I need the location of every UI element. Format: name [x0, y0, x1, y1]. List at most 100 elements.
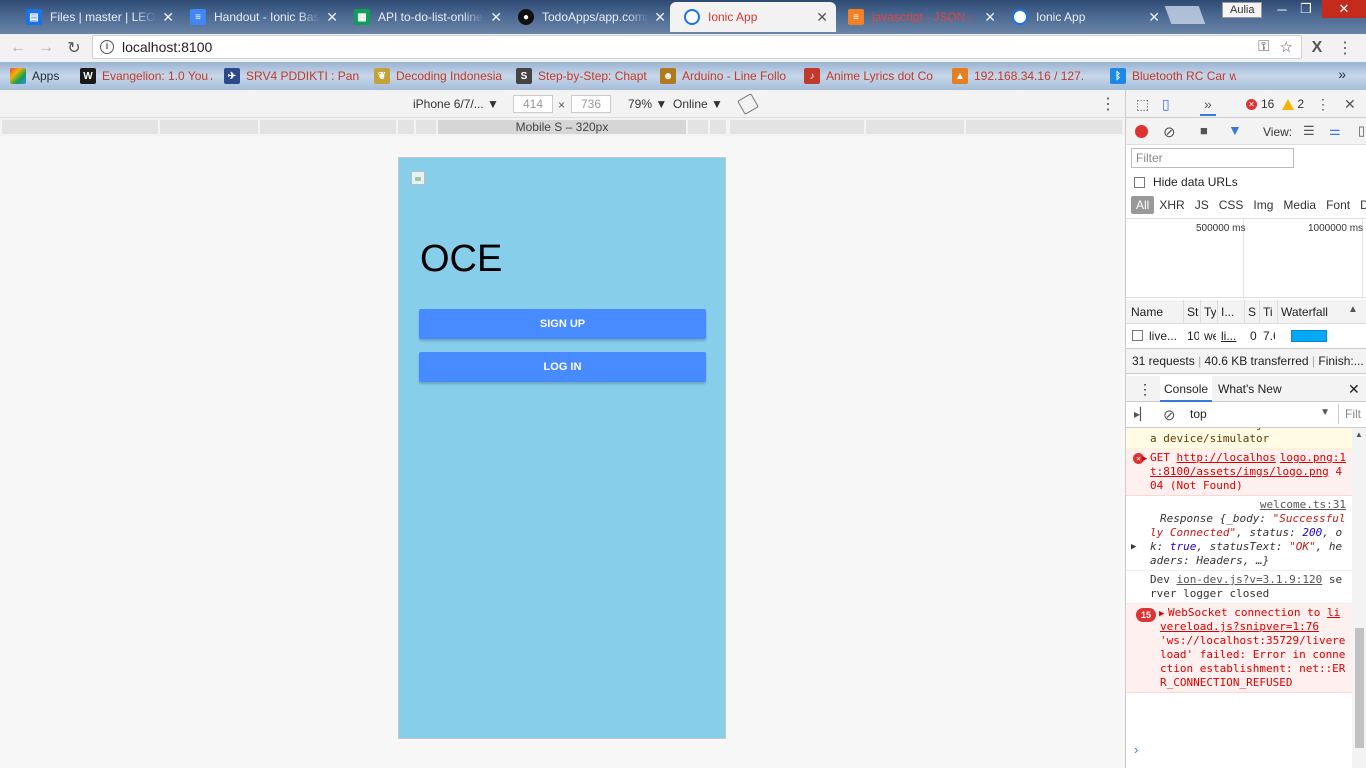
- request-row[interactable]: live... 10 we li... 0 7.6: [1126, 324, 1366, 348]
- expand-triangle-icon[interactable]: ▶: [1159, 607, 1164, 621]
- close-tab-icon[interactable]: ✕: [326, 9, 338, 26]
- screenshot-icon[interactable]: ■: [1200, 123, 1208, 138]
- width-input[interactable]: 414: [513, 95, 553, 113]
- record-icon[interactable]: [1135, 125, 1148, 138]
- type-css[interactable]: CSS: [1214, 196, 1249, 214]
- col-name[interactable]: Name: [1131, 305, 1181, 319]
- star-icon[interactable]: ☆: [1280, 38, 1293, 56]
- tab-ionic-app[interactable]: Ionic App ✕: [998, 2, 1168, 32]
- forward-arrow-icon[interactable]: →: [32, 34, 60, 62]
- type-font[interactable]: Font: [1321, 196, 1355, 214]
- more-panels-icon[interactable]: »: [1200, 94, 1216, 116]
- expand-triangle-icon[interactable]: ▶: [1142, 452, 1147, 466]
- mq-segment[interactable]: [730, 120, 864, 134]
- network-select[interactable]: Online ▼: [673, 97, 723, 111]
- reload-icon[interactable]: ↻: [60, 34, 88, 62]
- device-toggle-icon[interactable]: ▯: [1162, 96, 1170, 113]
- scroll-up-icon[interactable]: ▲: [1355, 430, 1363, 439]
- tab-todoapps[interactable]: ● TodoApps/app.comp ✕: [504, 2, 674, 32]
- bookmark-apps[interactable]: Apps: [10, 68, 68, 84]
- zoom-select[interactable]: 79% ▼: [628, 97, 667, 111]
- key-icon[interactable]: ⚿: [1258, 38, 1269, 56]
- inspect-element-icon[interactable]: ⬚: [1136, 96, 1149, 113]
- bookmark-arduino[interactable]: ☻ Arduino - Line Follo: [660, 68, 792, 84]
- source-link[interactable]: welcome.ts:31: [1260, 498, 1346, 511]
- bookmark-evangelion[interactable]: W Evangelion: 1.0 You A: [80, 68, 212, 84]
- tab-console[interactable]: Console: [1160, 376, 1213, 402]
- bookmark-phpmyadmin[interactable]: ▲ 192.168.34.16 / 127.: [952, 68, 1098, 84]
- minimize-icon[interactable]: ─: [1270, 0, 1294, 18]
- close-tab-icon[interactable]: ✕: [162, 9, 174, 26]
- user-profile-button[interactable]: Aulia: [1222, 2, 1263, 18]
- waterfall-view-icon[interactable]: ⚌: [1329, 123, 1341, 139]
- console-filter-input[interactable]: Filt: [1338, 404, 1366, 424]
- console-prompt[interactable]: ›: [1134, 742, 1138, 757]
- close-tab-icon[interactable]: ✕: [490, 9, 502, 26]
- back-arrow-icon[interactable]: ←: [4, 34, 32, 62]
- close-drawer-icon[interactable]: ✕: [1344, 376, 1364, 402]
- login-button[interactable]: LOG IN: [419, 352, 706, 382]
- maximize-icon[interactable]: ❐: [1294, 0, 1318, 18]
- type-js[interactable]: JS: [1190, 196, 1214, 214]
- clear-console-icon[interactable]: ⊘: [1163, 406, 1176, 424]
- type-doc[interactable]: Do: [1355, 196, 1366, 214]
- sort-up-icon[interactable]: ▲: [1348, 304, 1358, 315]
- overflow-icon[interactable]: ▯: [1358, 123, 1365, 139]
- col-initiator[interactable]: I...: [1221, 305, 1239, 319]
- list-view-icon[interactable]: ☰: [1303, 123, 1315, 139]
- tab-javascript-json[interactable]: ≡ javascript - JSON.pa ✕: [834, 2, 1004, 32]
- type-media[interactable]: Media: [1278, 196, 1321, 214]
- mq-segment[interactable]: [710, 120, 726, 134]
- type-xhr[interactable]: XHR: [1154, 196, 1189, 214]
- mq-segment[interactable]: [966, 120, 1122, 134]
- hide-data-urls[interactable]: Hide data URLs: [1134, 175, 1238, 189]
- mq-segment[interactable]: [2, 120, 158, 134]
- col-waterfall[interactable]: Waterfall: [1281, 305, 1341, 319]
- mq-segment[interactable]: [688, 120, 708, 134]
- mq-mobile-s[interactable]: Mobile S – 320px: [438, 120, 686, 134]
- address-bar[interactable]: i localhost:8100 ⚿ ☆: [92, 35, 1302, 59]
- close-devtools-icon[interactable]: ✕: [1344, 96, 1356, 113]
- source-link[interactable]: ion-dev.js?v=3.1.9:120: [1177, 573, 1323, 586]
- tab-files-master[interactable]: ▤ Files | master | LEON ✕: [12, 2, 182, 32]
- extension-x-icon[interactable]: X: [1306, 34, 1328, 62]
- network-overview[interactable]: 500000 ms 1000000 ms: [1126, 218, 1366, 299]
- close-tab-icon[interactable]: ✕: [816, 9, 828, 26]
- filter-icon[interactable]: ▼: [1228, 122, 1242, 138]
- mq-segment[interactable]: [260, 120, 396, 134]
- bookmark-bluetooth-rc[interactable]: ᛒ Bluetooth RC Car wi: [1110, 68, 1236, 84]
- col-time[interactable]: Ti: [1263, 305, 1275, 319]
- close-window-icon[interactable]: ✕: [1322, 0, 1366, 18]
- type-img[interactable]: Img: [1248, 196, 1278, 214]
- devtools-menu-icon[interactable]: ⋮: [1316, 96, 1330, 113]
- address-url[interactable]: localhost:8100: [122, 39, 212, 55]
- tab-api-todo[interactable]: ▦ API to-do-list-online ✕: [340, 2, 510, 32]
- mq-segment[interactable]: [398, 120, 414, 134]
- bookmark-anime-lyrics[interactable]: ♪ Anime Lyrics dot Co: [804, 68, 940, 84]
- close-tab-icon[interactable]: ✕: [1148, 9, 1160, 26]
- cell-initiator[interactable]: li...: [1221, 329, 1239, 343]
- more-bookmarks-icon[interactable]: »: [1338, 66, 1346, 82]
- menu-icon[interactable]: ⋮: [1334, 34, 1356, 62]
- close-tab-icon[interactable]: ✕: [654, 9, 666, 26]
- tab-ionic-app-active[interactable]: Ionic App ✕: [670, 2, 836, 32]
- device-more-icon[interactable]: ⋮: [1100, 94, 1116, 114]
- device-select[interactable]: iPhone 6/7/... ▼: [413, 97, 499, 111]
- rotate-icon[interactable]: [737, 93, 759, 115]
- drawer-menu-icon[interactable]: ⋮: [1134, 376, 1156, 402]
- col-status[interactable]: St: [1187, 305, 1199, 319]
- clear-icon[interactable]: ⊘: [1163, 123, 1176, 141]
- close-tab-icon[interactable]: ✕: [984, 9, 996, 26]
- signup-button[interactable]: SIGN UP: [419, 309, 706, 339]
- expand-triangle-icon[interactable]: ▶: [1131, 540, 1136, 554]
- scrollbar-thumb[interactable]: [1355, 628, 1364, 748]
- sidebar-toggle-icon[interactable]: ▸▏: [1134, 407, 1149, 421]
- tab-handout[interactable]: ≡ Handout - Ionic Basic ✕: [176, 2, 346, 32]
- console-scrollbar[interactable]: ▲: [1352, 428, 1366, 768]
- hide-data-urls-checkbox[interactable]: [1134, 176, 1145, 188]
- height-input[interactable]: 736: [571, 95, 611, 113]
- type-all[interactable]: All: [1131, 196, 1155, 214]
- bookmark-step-by-step[interactable]: S Step-by-Step: Chapt: [516, 68, 648, 84]
- info-icon[interactable]: i: [100, 40, 114, 54]
- network-filter-input[interactable]: Filter: [1131, 148, 1294, 168]
